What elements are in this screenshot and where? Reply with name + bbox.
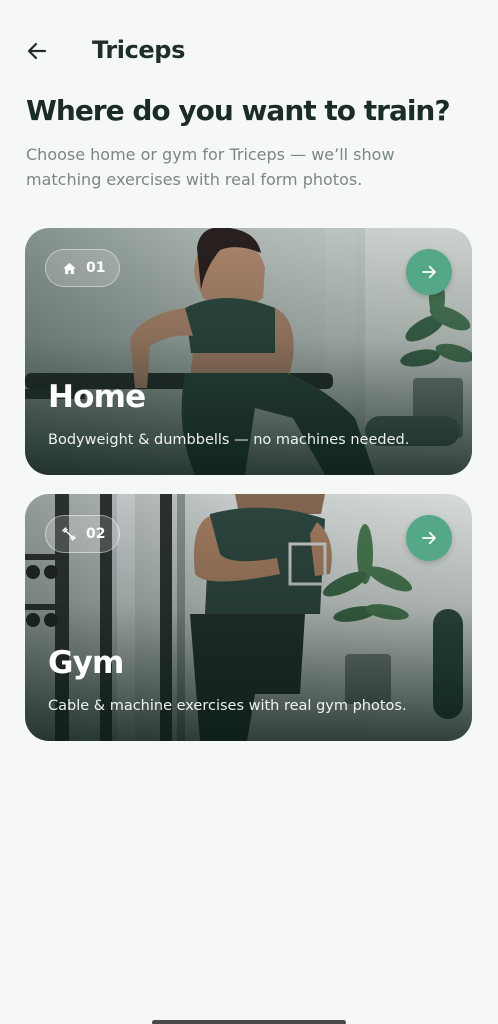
arrow-left-icon [27, 42, 47, 60]
top-bar: Triceps [0, 0, 498, 100]
option-badge: 02 [45, 515, 121, 553]
card-title: Gym [48, 645, 124, 681]
gym-option-card[interactable]: 02 Gym Cable & machine exercises with re… [25, 494, 472, 741]
gym-go-button[interactable] [406, 515, 452, 561]
badge-number: 01 [86, 260, 106, 276]
card-description: Bodyweight & dumbbells — no machines nee… [48, 432, 410, 448]
card-title: Home [48, 379, 146, 415]
back-button[interactable] [20, 34, 54, 68]
home-indicator[interactable] [152, 1020, 346, 1024]
page-title: Triceps [92, 36, 185, 64]
option-badge: 01 [45, 249, 121, 287]
badge-number: 02 [86, 526, 106, 542]
home-option-card[interactable]: 01 Home Bodyweight & dumbbells — no mach… [25, 228, 472, 475]
dumbbell-icon [60, 525, 78, 543]
screen: Triceps Where do you want to train? Choo… [0, 0, 498, 1024]
arrow-right-icon [422, 531, 436, 545]
headline: Where do you want to train? [26, 94, 451, 127]
card-description: Cable & machine exercises with real gym … [48, 698, 407, 714]
arrow-right-icon [422, 265, 436, 279]
home-icon [60, 259, 78, 277]
home-go-button[interactable] [406, 249, 452, 295]
subtitle: Choose home or gym for Triceps — we’ll s… [26, 145, 395, 189]
